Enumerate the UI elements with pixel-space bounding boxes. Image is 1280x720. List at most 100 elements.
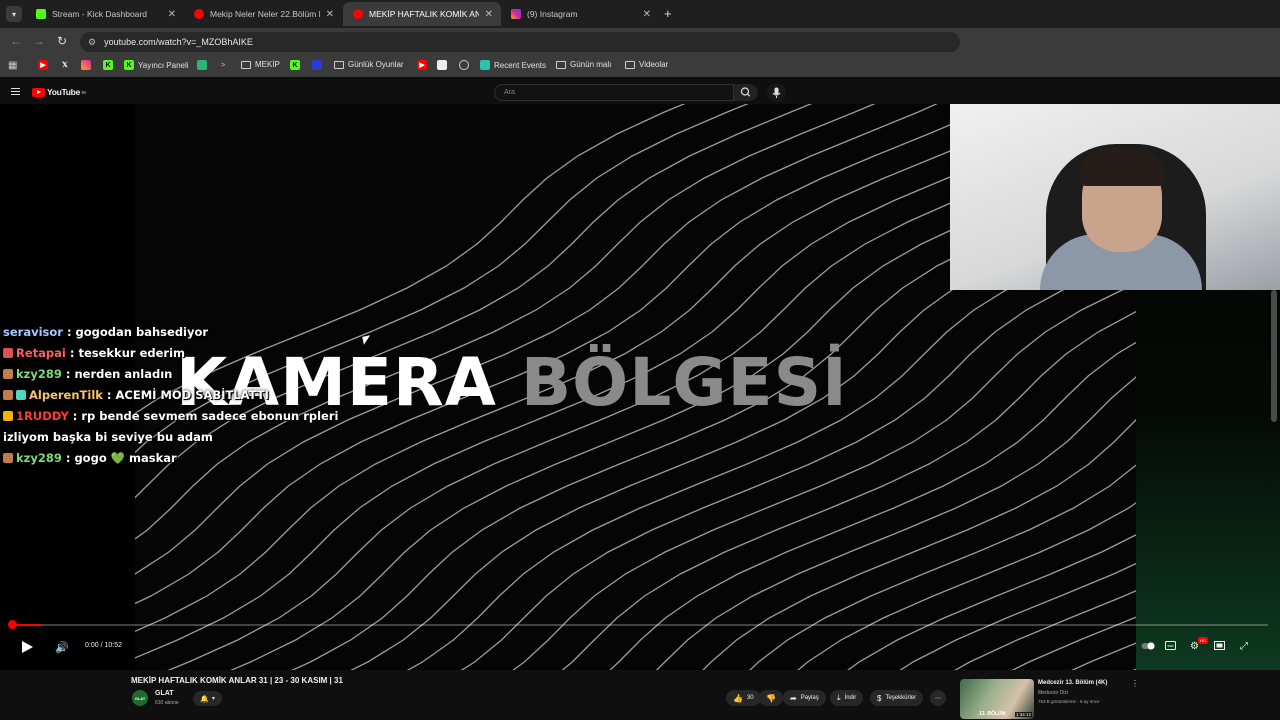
apps-icon[interactable]: ▦: [8, 60, 17, 71]
youtube-icon: [194, 9, 204, 19]
bookmark-folder-videolar[interactable]: Videolar: [625, 60, 668, 69]
channel-name[interactable]: GLAT: [155, 690, 174, 697]
share-button[interactable]: ➦ Paylaş: [783, 690, 826, 706]
new-tab-button[interactable]: +: [664, 6, 672, 21]
tab-search-button[interactable]: ▾: [6, 6, 22, 22]
subtitles-icon[interactable]: [1165, 641, 1176, 653]
video-player[interactable]: KAMERA BÖLGESİ seravisor : gogodan bahse…: [0, 104, 1280, 670]
search-button[interactable]: [734, 84, 758, 101]
bookmark-kick-2[interactable]: K: [290, 60, 304, 70]
tab-mekip-haftalik[interactable]: MEKİP HAFTALIK KOMİK ANLAR ✕: [343, 2, 501, 26]
thumbs-down-icon: 👎: [766, 693, 776, 703]
like-count: 30: [746, 695, 754, 701]
close-tab-icon[interactable]: ✕: [326, 9, 334, 20]
instagram-icon: [81, 60, 91, 70]
logo-text: YouTube: [47, 87, 80, 97]
page-scrollbar[interactable]: [1271, 290, 1277, 422]
close-tab-icon[interactable]: ✕: [485, 9, 493, 20]
bookmark-x[interactable]: 𝕏: [60, 60, 74, 70]
recommended-meta: 753 B görüntüleme · 6 ay önce: [1038, 699, 1100, 704]
bookmark-label: Günlük Oyunlar: [348, 60, 404, 69]
download-icon: ⤓: [837, 693, 841, 702]
bookmark-folder-gunluk-oyunlar[interactable]: Günlük Oyunlar: [334, 60, 404, 69]
thumbnail-label: 13. BÖLÜM: [979, 711, 1006, 717]
kick-icon: K: [124, 60, 134, 70]
badge-icon: [16, 390, 26, 400]
folder-icon: [625, 60, 635, 69]
browser-toolbar: ← → ↻ ⚙ youtube.com/watch?v=_MZOBhAIKE: [0, 28, 1280, 56]
menu-icon[interactable]: [11, 88, 20, 97]
chat-text: rp bende sevmem sadece ebonun rpleri: [81, 409, 339, 423]
bookmark-globe[interactable]: [459, 60, 473, 70]
tab-kick-dashboard[interactable]: Stream - Kick Dashboard ✕: [26, 2, 184, 26]
close-tab-icon[interactable]: ✕: [168, 9, 176, 20]
folder-icon: [556, 60, 566, 69]
more-actions-button[interactable]: ⋯: [930, 690, 946, 706]
recommended-title[interactable]: Medcezir 13. Bölüm (4K): [1038, 680, 1107, 686]
overlay-title-secondary: BÖLGESİ: [520, 344, 848, 421]
globe-icon: [459, 60, 469, 70]
recommended-thumbnail[interactable]: 13. BÖLÜM 1:34:12: [960, 679, 1034, 719]
youtube-logo[interactable]: YouTube TR: [32, 87, 86, 97]
thumbs-up-icon: 👍: [733, 693, 743, 703]
bookmark-kick[interactable]: K: [103, 60, 117, 70]
tab-title: Mekip Neler Neler 22.Bölüm Ra: [210, 9, 320, 19]
like-button[interactable]: 👍 30: [726, 690, 761, 706]
volume-icon[interactable]: 🔊: [55, 641, 69, 654]
chat-text: tesekkur ederim: [78, 346, 185, 360]
share-label: Paylaş: [800, 695, 819, 701]
progress-bar[interactable]: [12, 624, 1268, 626]
site-info-icon[interactable]: ⚙: [88, 37, 96, 48]
back-icon[interactable]: ←: [10, 34, 22, 48]
fullscreen-icon[interactable]: ⤢: [1240, 641, 1248, 652]
chat-username: seravisor: [3, 325, 63, 339]
bookmark-yayinci-paneli[interactable]: K Yayıncı Paneli: [124, 60, 189, 70]
search-input[interactable]: Ara: [494, 84, 734, 101]
bookmark-arrow[interactable]: >: [218, 60, 232, 70]
bookmark-app-2[interactable]: [312, 60, 326, 70]
thanks-button[interactable]: $ Teşekkürler: [870, 690, 924, 706]
bookmark-app[interactable]: [197, 60, 211, 70]
tab-instagram[interactable]: (9) Instagram ✕: [501, 2, 659, 26]
reload-icon[interactable]: ↻: [57, 34, 67, 48]
badge-icon: [3, 348, 13, 358]
bookmark-label: Günün malı: [570, 60, 612, 69]
voice-search-button[interactable]: [767, 83, 786, 102]
notification-button[interactable]: 🔔 ▾: [193, 691, 222, 706]
more-vertical-icon[interactable]: ⋮: [1131, 679, 1139, 688]
bookmark-folder-mekip[interactable]: MEKİP: [241, 60, 280, 69]
play-icon[interactable]: [22, 641, 33, 653]
browser-tab-bar: ▾ Stream - Kick Dashboard ✕ Mekip Neler …: [0, 0, 1280, 28]
download-button[interactable]: ⤓ İndir: [830, 690, 864, 706]
app-icon: [480, 60, 490, 70]
recommended-channel[interactable]: Medcezir Dizi: [1038, 690, 1068, 696]
bookmark-recent-events[interactable]: Recent Events: [480, 60, 546, 70]
chevron-down-icon: ▾: [211, 696, 215, 702]
forward-icon[interactable]: →: [33, 34, 45, 48]
tab-title: (9) Instagram: [527, 9, 578, 19]
mic-icon: [772, 87, 781, 98]
url-text: youtube.com/watch?v=_MZOBhAIKE: [104, 37, 253, 47]
theater-mode-icon[interactable]: [1214, 641, 1225, 653]
bookmark-youtube-2[interactable]: ▶: [417, 60, 431, 70]
address-bar[interactable]: ⚙ youtube.com/watch?v=_MZOBhAIKE: [80, 32, 960, 52]
channel-avatar[interactable]: GLAT: [132, 690, 148, 706]
tab-mekip-neler[interactable]: Mekip Neler Neler 22.Bölüm Ra ✕: [184, 2, 342, 26]
bookmark-image[interactable]: [437, 60, 451, 70]
logo-country: TR: [81, 89, 86, 95]
chat-text: ACEMİ MOD SABİTLATTI: [115, 388, 269, 402]
bookmark-instagram[interactable]: [81, 60, 95, 70]
close-tab-icon[interactable]: ✕: [643, 9, 651, 20]
folder-icon: [334, 60, 344, 69]
autoplay-toggle[interactable]: [1141, 641, 1155, 654]
bookmark-youtube[interactable]: ▶: [38, 60, 52, 70]
bookmark-folder-gunun-mali[interactable]: Günün malı: [556, 60, 611, 69]
chat-message: izliyom başka bi seviye bu adam: [3, 430, 213, 444]
chat-text: gogodan bahsediyor: [75, 325, 209, 339]
dislike-button[interactable]: 👎: [759, 690, 783, 706]
chat-message: 1RUDDY : rp bende sevmem sadece ebonun r…: [3, 409, 338, 423]
youtube-icon: [353, 9, 363, 19]
thanks-label: Teşekkürler: [885, 695, 917, 701]
badge-icon: [3, 369, 13, 379]
progress-scrubber[interactable]: [8, 620, 17, 629]
